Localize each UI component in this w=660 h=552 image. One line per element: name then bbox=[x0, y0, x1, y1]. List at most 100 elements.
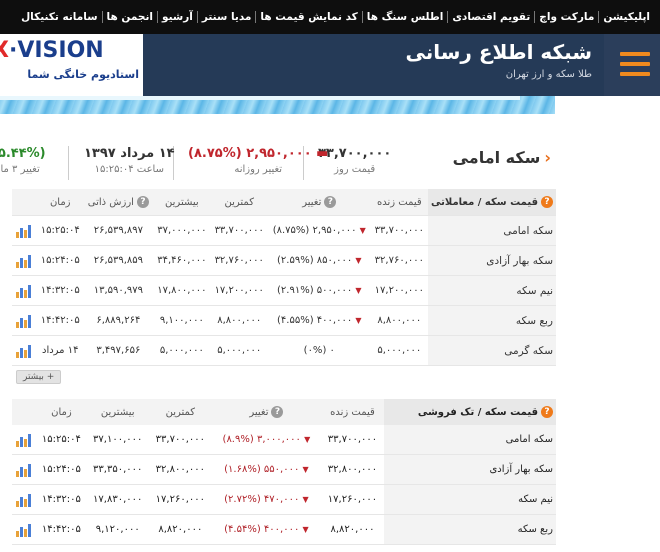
top-nav: اپلیکیشن مارکت واچ تقویم اقتصادی اطلس سن… bbox=[0, 0, 660, 34]
table-row[interactable]: سکه بهار آزادی ۳۲,۷۶۰,۰۰۰ ▼ ۸۵۰,۰۰۰ (۲.۵… bbox=[12, 245, 556, 276]
cell-change: ۰ (۰%) bbox=[267, 335, 371, 366]
cell-intrinsic: ۲۶,۵۳۹,۸۵۹ bbox=[83, 245, 154, 276]
live-price: ۳۳,۷۰۰,۰۰۰ قیمت روز bbox=[318, 146, 392, 175]
column-header bbox=[12, 189, 37, 216]
help-icon[interactable]: ? bbox=[541, 406, 553, 418]
table-row[interactable]: سکه امامی ۳۳,۷۰۰,۰۰۰ ▼ ۳,۰۰۰,۰۰۰ (۸.۹%) … bbox=[12, 425, 556, 455]
advertisement[interactable]: X·VISION استادیوم خانگی شما bbox=[0, 34, 143, 97]
chart-icon[interactable] bbox=[12, 484, 37, 515]
nav-calendar[interactable]: تقویم اقتصادی bbox=[448, 11, 534, 23]
chevron-left-icon: ‹ bbox=[544, 148, 551, 167]
row-name[interactable]: ربع سکه bbox=[383, 514, 556, 545]
cell-change: ▼ ۲,۹۵۰,۰۰۰ (۸.۷۵%) bbox=[267, 215, 371, 246]
ad-subtitle: استادیوم خانگی شما bbox=[27, 68, 139, 81]
monthly-change: (۶۵.۴۴%) تغییر ۳ ماهه bbox=[0, 146, 46, 175]
column-header: ?ارزش ذاتی bbox=[83, 189, 154, 216]
table-row[interactable]: ربع سکه ۸,۸۰۰,۰۰۰ ▼ ۴۰۰,۰۰۰ (۴.۵۵%) ۸,۸۰… bbox=[12, 305, 556, 336]
cell-max: ۳۷,۱۰۰,۰۰۰ bbox=[86, 425, 150, 455]
row-name[interactable]: سکه امامی bbox=[383, 425, 556, 455]
cell-time: ۱۵:۲۵:۰۴ bbox=[36, 215, 84, 246]
nav-technical[interactable]: سامانه تکنیکال bbox=[17, 11, 101, 23]
nav-app[interactable]: اپلیکیشن bbox=[599, 11, 654, 23]
chart-icon[interactable] bbox=[12, 305, 37, 336]
row-name[interactable]: نیم سکه bbox=[383, 484, 556, 515]
row-name[interactable]: سکه بهار آزادی bbox=[383, 454, 556, 485]
table-row[interactable]: نیم سکه ۱۷,۲۶۰,۰۰۰ ▼ ۴۷۰,۰۰۰ (۲.۷۲%) ۱۷,… bbox=[12, 484, 556, 515]
site-title: شبکه اطلاع رسانی bbox=[405, 40, 593, 64]
cell-change: ▼ ۴۷۰,۰۰۰ (۲.۷۲%) bbox=[211, 484, 322, 515]
chart-icon[interactable] bbox=[12, 425, 37, 455]
table-header: ?قیمت سکه / تک فروشی قیمت زنده ?تغییر کم… bbox=[12, 399, 556, 425]
table-header: ?قیمت سکه / معاملاتی قیمت زنده ?تغییر کم… bbox=[12, 189, 556, 216]
chart-icon[interactable] bbox=[12, 245, 37, 276]
cell-live: ۸,۸۰۰,۰۰۰ bbox=[370, 305, 429, 336]
nav-separator bbox=[598, 11, 600, 23]
chart-icon[interactable] bbox=[12, 454, 37, 485]
nav-atlas[interactable]: اطلس سنگ ها bbox=[363, 11, 448, 23]
cell-live: ۸,۸۲۰,۰۰۰ bbox=[321, 514, 384, 545]
help-icon[interactable]: ? bbox=[541, 196, 553, 208]
chart-icon[interactable] bbox=[12, 335, 37, 366]
column-header: ?قیمت سکه / معاملاتی bbox=[428, 189, 556, 216]
cell-max: ۱۷,۸۳۰,۰۰۰ bbox=[86, 484, 150, 515]
column-header: ?تغییر bbox=[267, 189, 371, 216]
row-name[interactable]: سکه بهار آزادی bbox=[428, 245, 556, 276]
table-row[interactable]: سکه امامی ۳۳,۷۰۰,۰۰۰ ▼ ۲,۹۵۰,۰۰۰ (۸.۷۵%)… bbox=[12, 215, 556, 246]
down-arrow-icon: ▼ bbox=[302, 525, 309, 534]
table-row[interactable]: ربع سکه ۸,۸۲۰,۰۰۰ ▼ ۴۰۰,۰۰۰ (۴.۵۴%) ۸,۸۲… bbox=[12, 514, 556, 545]
nav-separator bbox=[196, 11, 198, 23]
help-icon[interactable]: ? bbox=[136, 196, 149, 208]
site-brand[interactable]: شبکه اطلاع رسانی طلا سکه و ارز تهران bbox=[143, 34, 604, 96]
nav-separator bbox=[534, 11, 536, 23]
column-header: زمان bbox=[36, 399, 87, 425]
row-name[interactable]: نیم سکه bbox=[428, 275, 556, 306]
nav-separator bbox=[361, 11, 363, 23]
nav-archive[interactable]: آرشیو bbox=[158, 11, 197, 23]
nav-separator bbox=[255, 11, 257, 23]
nav-marketwatch[interactable]: مارکت واچ bbox=[535, 11, 598, 23]
help-icon[interactable]: ? bbox=[271, 406, 284, 418]
cell-live: ۳۲,۷۶۰,۰۰۰ bbox=[370, 245, 429, 276]
cell-min: ۱۷,۲۶۰,۰۰۰ bbox=[149, 484, 212, 515]
down-arrow-icon: ▼ bbox=[355, 316, 362, 325]
row-name[interactable]: سکه امامی bbox=[428, 215, 556, 246]
chart-icon[interactable] bbox=[12, 514, 37, 545]
chart-icon[interactable] bbox=[12, 275, 37, 306]
column-header: کمترین bbox=[149, 399, 212, 425]
cell-min: ۳۲,۷۶۰,۰۰۰ bbox=[210, 245, 268, 276]
nav-media-center[interactable]: مدیا سنتر bbox=[198, 11, 256, 23]
cell-min: ۳۳,۷۰۰,۰۰۰ bbox=[210, 215, 268, 246]
cell-time: ۱۵:۲۵:۰۴ bbox=[36, 425, 87, 455]
down-arrow-icon: ▼ bbox=[304, 435, 311, 444]
table-row[interactable]: نیم سکه ۱۷,۲۰۰,۰۰۰ ▼ ۵۰۰,۰۰۰ (۲.۹۱%) ۱۷,… bbox=[12, 275, 556, 306]
cell-time: ۱۵:۲۴:۰۵ bbox=[36, 245, 84, 276]
column-header bbox=[12, 399, 37, 425]
chart-icon[interactable] bbox=[12, 215, 37, 246]
cell-change: ▼ ۴۰۰,۰۰۰ (۴.۵۴%) bbox=[211, 514, 322, 545]
column-header: ?تغییر bbox=[211, 399, 322, 425]
down-arrow-icon: ▼ bbox=[302, 495, 309, 504]
table-row[interactable]: سکه گرمی ۵,۰۰۰,۰۰۰ ۰ (۰%) ۵,۰۰۰,۰۰۰ ۵,۰۰… bbox=[12, 335, 556, 366]
cell-min: ۳۳,۷۰۰,۰۰۰ bbox=[149, 425, 212, 455]
row-name[interactable]: ربع سکه bbox=[428, 305, 556, 336]
cell-change: ▼ ۸۵۰,۰۰۰ (۲.۵۹%) bbox=[267, 245, 371, 276]
cell-max: ۹,۱۲۰,۰۰۰ bbox=[86, 514, 150, 545]
cell-max: ۹,۱۰۰,۰۰۰ bbox=[153, 305, 211, 336]
cell-live: ۵,۰۰۰,۰۰۰ bbox=[370, 335, 429, 366]
cell-live: ۱۷,۲۶۰,۰۰۰ bbox=[321, 484, 384, 515]
price-summary: ‹سکه امامی ۳۳,۷۰۰,۰۰۰ قیمت روز ▬ ۲,۹۵۰,۰… bbox=[0, 140, 555, 188]
column-header: کمترین bbox=[210, 189, 268, 216]
cell-time: ۱۴:۴۲:۰۵ bbox=[36, 514, 87, 545]
cell-min: ۵,۰۰۰,۰۰۰ bbox=[210, 335, 268, 366]
help-icon[interactable]: ? bbox=[324, 196, 337, 208]
cell-live: ۳۳,۷۰۰,۰۰۰ bbox=[321, 425, 384, 455]
nav-embed-code[interactable]: کد نمایش قیمت ها bbox=[256, 11, 361, 23]
cell-intrinsic: ۳,۴۹۷,۶۵۶ bbox=[83, 335, 154, 366]
nav-forums[interactable]: انجمن ها bbox=[103, 11, 157, 23]
cell-intrinsic: ۲۶,۵۳۹,۸۹۷ bbox=[83, 215, 154, 246]
table-row[interactable]: سکه بهار آزادی ۳۲,۸۰۰,۰۰۰ ▼ ۵۵۰,۰۰۰ (۱.۶… bbox=[12, 454, 556, 485]
row-name[interactable]: سکه گرمی bbox=[428, 335, 556, 366]
menu-button[interactable] bbox=[604, 34, 660, 96]
cell-max: ۱۷,۸۰۰,۰۰۰ bbox=[153, 275, 211, 306]
more-button[interactable]: + بیشتر bbox=[16, 370, 62, 384]
